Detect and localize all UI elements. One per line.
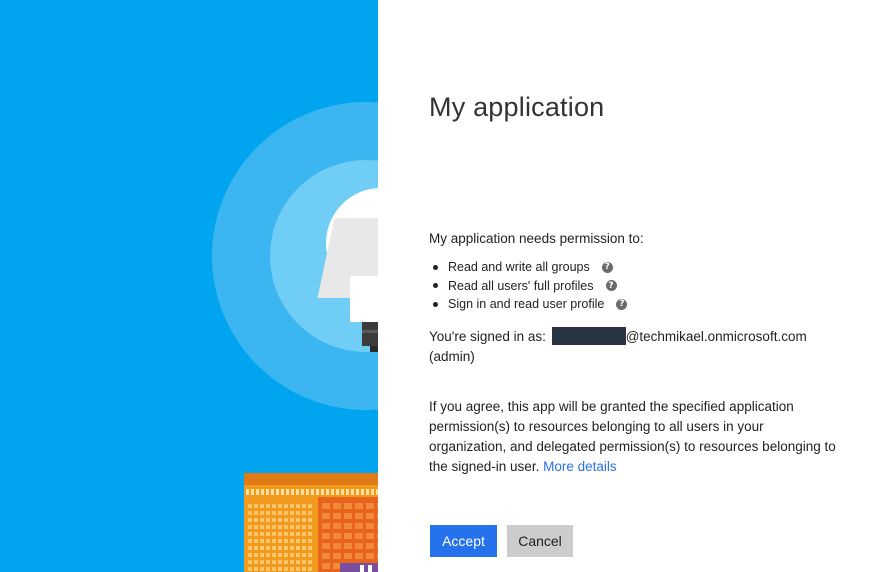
account-role: (admin) (429, 349, 475, 364)
building-roof (244, 473, 378, 485)
door-window (360, 565, 364, 572)
lightbulb-base (362, 322, 378, 346)
permission-label: Read and write all groups (448, 260, 590, 275)
redacted-username (551, 327, 626, 345)
building-stripe (246, 489, 378, 495)
bullet-icon (433, 283, 438, 289)
door-window (368, 565, 372, 572)
more-details-link[interactable]: More details (543, 459, 617, 474)
accept-button[interactable]: Accept (430, 525, 497, 557)
help-icon[interactable]: ? (616, 298, 628, 310)
illustration-panel (0, 0, 378, 572)
consent-text: If you agree, this app will be granted t… (429, 397, 839, 477)
building-windows (248, 501, 314, 571)
permission-label: Sign in and read user profile (448, 297, 605, 312)
help-icon[interactable]: ? (605, 280, 617, 292)
lightbulb-base-ring (362, 330, 378, 333)
consent-panel: My application My application needs perm… (378, 0, 876, 572)
consent-description: If you agree, this app will be granted t… (429, 399, 836, 474)
permission-list: Read and write all groups ? Read all use… (429, 258, 628, 314)
bullet-icon (433, 264, 438, 270)
app-title: My application (429, 92, 605, 122)
permission-label: Read all users' full profiles (448, 278, 594, 293)
building-illustration (244, 473, 378, 572)
building-door (340, 563, 378, 572)
lightbulb-tip (370, 346, 378, 352)
signed-in-info: You're signed in as: @techmikael.onmicro… (429, 327, 849, 367)
lightbulb-neck (350, 276, 378, 322)
tower-windows (322, 503, 378, 569)
help-icon[interactable]: ? (601, 261, 613, 273)
building-tower (318, 497, 378, 572)
bullet-icon (433, 301, 438, 307)
permission-item: Read all users' full profiles ? (429, 277, 627, 296)
permission-intro: My application needs permission to: (429, 231, 644, 246)
account-domain: @techmikael.onmicrosoft.com (625, 329, 807, 344)
permission-item: Read and write all groups ? (429, 258, 627, 277)
signed-in-prefix: You're signed in as: (429, 329, 546, 344)
cancel-button[interactable]: Cancel (507, 525, 573, 557)
permission-item: Sign in and read user profile ? (429, 295, 628, 314)
